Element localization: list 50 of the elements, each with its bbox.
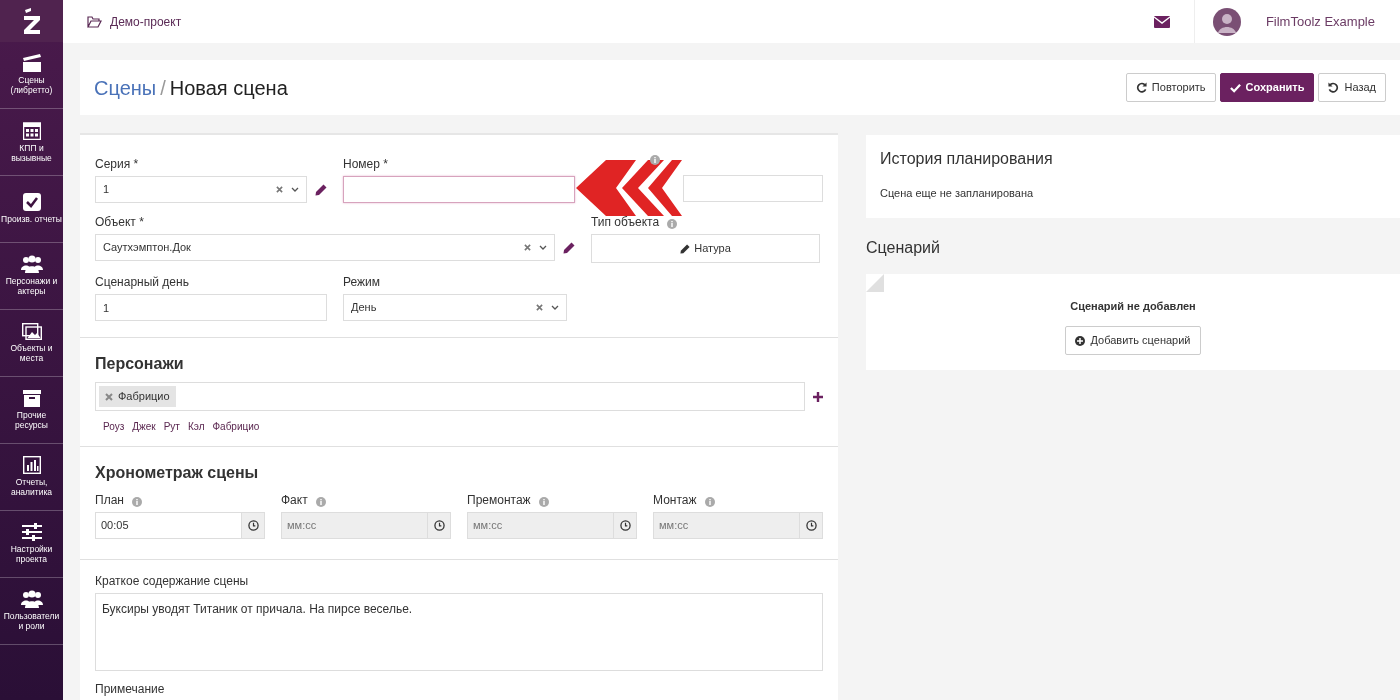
sidebar-item[interactable]: Отчеты, аналитика <box>1 478 62 498</box>
summary-field[interactable]: Буксиры уводят Титаник от причала. На пирсе веселье. <box>95 593 823 671</box>
field-label: Примечание <box>95 681 165 698</box>
sidebar-item[interactable]: Произв. отчеты <box>1 215 62 225</box>
field-label: Сценарный день <box>95 274 189 291</box>
empty-message: Сценарий не добавлен <box>1070 298 1196 314</box>
object-type-button[interactable]: Натура <box>591 234 820 263</box>
field-label: Серия * <box>95 156 139 173</box>
sidebar-item[interactable]: Пользователи и роли <box>1 612 62 632</box>
breadcrumb-separator: / <box>160 76 166 99</box>
field-label: Объект * <box>95 214 144 231</box>
script-day-field[interactable]: 1 <box>95 294 327 321</box>
select-field[interactable]: 1 <box>95 176 307 203</box>
character-suggestion[interactable]: Кэл <box>187 419 205 434</box>
sidebar-item[interactable]: Настройки проекта <box>1 545 62 565</box>
sidebar-item[interactable]: Прочие ресурсы <box>1 410 62 431</box>
field-label: Режим <box>343 274 380 291</box>
card-title: История планирования <box>880 149 1054 169</box>
add-script-button[interactable]: Добавить сценарий <box>1065 326 1201 355</box>
character-suggestion[interactable]: Джек <box>132 419 156 434</box>
time-field[interactable]: 00:05 <box>95 512 241 539</box>
characters-field[interactable]: Фабрицио <box>95 382 805 411</box>
project-name[interactable]: Демо-проект <box>110 12 182 31</box>
sidebar-item[interactable]: КПП и вызывные <box>1 143 62 164</box>
save-button[interactable]: Сохранить <box>1219 73 1315 102</box>
repeat-button[interactable]: Повторить <box>1125 73 1216 102</box>
field-label: Монтаж <box>653 492 697 509</box>
field-label: Краткое содержание сцены <box>95 573 249 590</box>
section-heading: Сценарий <box>866 237 941 258</box>
field-label: Премонтаж <box>467 492 531 509</box>
sidebar-item[interactable]: Сцены (либретто) <box>1 76 62 96</box>
character-suggestion[interactable]: Фабрицио <box>212 419 260 434</box>
user-name[interactable]: FilmToolz Example <box>1265 11 1375 32</box>
section-heading: Хронометраж сцены <box>95 463 260 483</box>
select-field[interactable]: День <box>343 294 567 321</box>
field-label: Факт <box>281 492 308 509</box>
character-suggestion[interactable]: Рут <box>163 419 180 434</box>
sidebar-item[interactable]: Персонажи и актеры <box>1 277 62 297</box>
sidebar-item[interactable]: Объекты и места <box>1 343 62 364</box>
field-label: Тип объекта <box>591 214 660 231</box>
back-button[interactable]: Назад <box>1318 73 1386 102</box>
field-label: Номер * <box>343 156 388 173</box>
page-title: Новая сцена <box>169 76 288 99</box>
breadcrumb-link[interactable]: Сцены <box>94 76 157 99</box>
character-tag[interactable]: Фабрицио <box>99 386 176 407</box>
section-heading: Персонажи <box>95 354 185 374</box>
history-status: Сцена еще не запланирована <box>880 186 1035 201</box>
select-field[interactable]: Саутхэмптон.Док <box>95 234 555 261</box>
field-label: План <box>95 492 124 509</box>
character-suggestion[interactable]: Роуз <box>103 419 125 434</box>
